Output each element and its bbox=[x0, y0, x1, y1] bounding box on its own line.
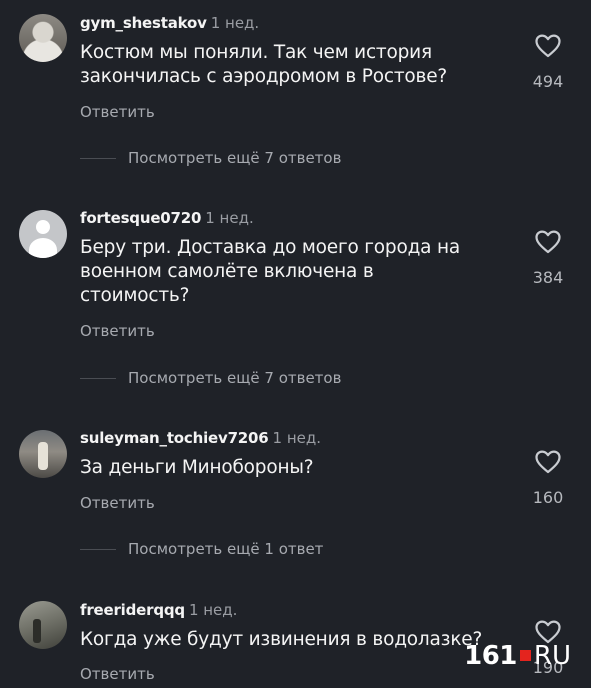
comment-text-line: Беру три. Доставка до моего города на bbox=[80, 237, 461, 258]
avatar[interactable] bbox=[19, 14, 67, 62]
comment-time: 1 нед. bbox=[210, 14, 260, 32]
comments-screen: gym_shestakov 1 нед. Костюм мы поняли. Та… bbox=[0, 0, 591, 688]
avatar[interactable] bbox=[19, 430, 67, 478]
comment-text: Костюм мы поняли. Так чем история законч… bbox=[80, 41, 510, 89]
comment-text-line: стоимость? bbox=[80, 285, 190, 306]
comment-username[interactable]: suleyman_tochiev7206 bbox=[80, 429, 269, 447]
comment-text-line: военном самолёте включена в bbox=[80, 261, 374, 282]
like-button[interactable]: 384 bbox=[528, 230, 568, 287]
site-watermark-logo: 161 RU bbox=[464, 641, 571, 671]
comment-text-line: Костюм мы поняли. Так чем история bbox=[80, 42, 432, 63]
comment-username[interactable]: fortesque0720 bbox=[80, 209, 201, 227]
comment-username[interactable]: freeriderqqq bbox=[80, 601, 185, 619]
default-avatar-icon bbox=[36, 220, 50, 234]
comment-text: За деньги Минобороны? bbox=[80, 456, 510, 480]
comment-meta: gym_shestakov 1 нед. bbox=[80, 14, 259, 32]
like-button[interactable]: 160 bbox=[528, 450, 568, 507]
avatar-figure bbox=[38, 442, 48, 470]
replies-divider bbox=[80, 158, 116, 159]
reply-button[interactable]: Ответить bbox=[80, 665, 155, 683]
view-more-replies-label: Посмотреть ещё 1 ответ bbox=[128, 540, 324, 558]
avatar[interactable] bbox=[19, 601, 67, 649]
comment-meta: suleyman_tochiev7206 1 нед. bbox=[80, 429, 321, 447]
reply-button[interactable]: Ответить bbox=[80, 103, 155, 121]
watermark-dot bbox=[519, 649, 531, 661]
replies-divider bbox=[80, 549, 116, 550]
watermark-suffix: RU bbox=[533, 641, 571, 671]
comment-text-line: закончилась с аэродромом в Ростове? bbox=[80, 66, 448, 87]
watermark-number: 161 bbox=[464, 641, 517, 671]
comment-text-line: Когда уже будут извинения в водолазке? bbox=[80, 629, 483, 650]
comment-time: 1 нед. bbox=[272, 429, 322, 447]
replies-divider bbox=[80, 378, 116, 379]
like-count: 160 bbox=[532, 488, 564, 507]
like-count: 384 bbox=[532, 268, 564, 287]
comment-time: 1 нед. bbox=[188, 601, 238, 619]
view-more-replies-label: Посмотреть ещё 7 ответов bbox=[128, 369, 342, 387]
view-more-replies[interactable]: Посмотреть ещё 1 ответ bbox=[80, 540, 400, 560]
reply-button[interactable]: Ответить bbox=[80, 494, 155, 512]
view-more-replies-label: Посмотреть ещё 7 ответов bbox=[128, 149, 342, 167]
comment-username[interactable]: gym_shestakov bbox=[80, 14, 207, 32]
avatar-figure bbox=[33, 619, 41, 643]
heart-outline-icon bbox=[535, 450, 561, 474]
comment-text: Когда уже будут извинения в водолазке? bbox=[80, 628, 510, 652]
view-more-replies[interactable]: Посмотреть ещё 7 ответов bbox=[80, 149, 400, 169]
avatar[interactable] bbox=[19, 210, 67, 258]
comment-time: 1 нед. bbox=[205, 209, 254, 227]
like-count: 494 bbox=[532, 72, 564, 91]
default-avatar-body bbox=[29, 238, 57, 258]
comment-text: Беру три. Доставка до моего города на во… bbox=[80, 236, 510, 308]
like-button[interactable]: 494 bbox=[528, 34, 568, 91]
comment-text-line: За деньги Минобороны? bbox=[80, 457, 314, 478]
heart-outline-icon bbox=[535, 230, 561, 254]
reply-button[interactable]: Ответить bbox=[80, 322, 155, 340]
view-more-replies[interactable]: Посмотреть ещё 7 ответов bbox=[80, 369, 400, 389]
heart-outline-icon bbox=[535, 34, 561, 58]
comment-meta: freeriderqqq 1 нед. bbox=[80, 601, 237, 619]
comment-meta: fortesque0720 1 нед. bbox=[80, 209, 254, 227]
